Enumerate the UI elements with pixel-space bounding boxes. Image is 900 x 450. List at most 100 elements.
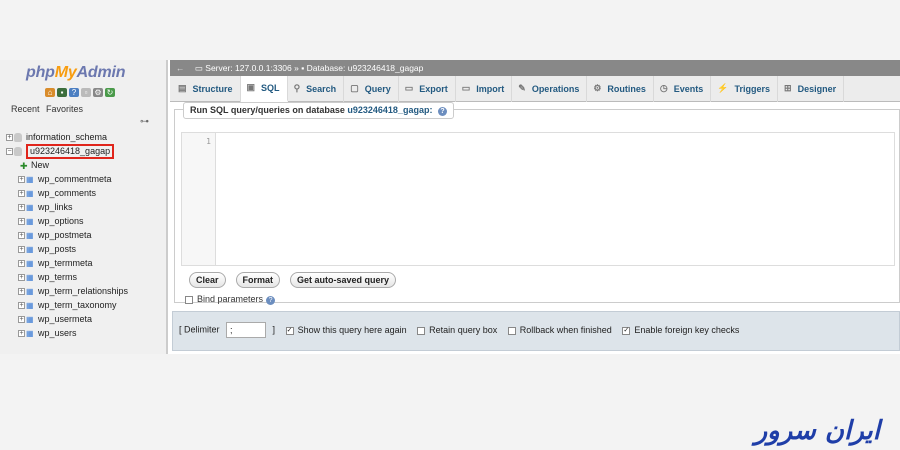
retain-box-checkbox[interactable] xyxy=(417,326,426,335)
table-name[interactable]: wp_term_taxonomy xyxy=(38,300,117,310)
tab-label: Designer xyxy=(797,83,837,94)
show-query-checkbox[interactable]: ✓ xyxy=(285,326,294,335)
table-name[interactable]: wp_term_relationships xyxy=(38,286,128,296)
tab-label: Import xyxy=(476,83,505,94)
tree-table-item[interactable]: + ▦ wp_posts xyxy=(6,242,164,256)
expand-icon[interactable]: + xyxy=(18,330,25,338)
foreign-key-checks-checkbox[interactable]: ✓ xyxy=(622,326,631,335)
table-name[interactable]: wp_commentmeta xyxy=(38,174,112,184)
home-icon[interactable]: ⌂ xyxy=(45,88,55,97)
breadcrumb-server[interactable]: Server: 127.0.0.1:3306 xyxy=(205,63,291,73)
breadcrumb-database[interactable]: Database: u923246418_gagap xyxy=(307,63,424,73)
clear-button[interactable]: Clear xyxy=(189,272,226,288)
expand-icon[interactable]: + xyxy=(18,288,25,296)
tab-sql[interactable]: ▣ SQL xyxy=(240,75,288,102)
tree-table-item[interactable]: + ▦ wp_options xyxy=(6,214,164,228)
phpmyadmin-logo[interactable]: phpMyAdmin xyxy=(26,64,126,82)
table-name[interactable]: wp_users xyxy=(38,328,77,338)
server-icon: ▭ xyxy=(194,63,203,73)
table-icon: ▦ xyxy=(26,286,34,296)
tab-import[interactable]: ▭ Import xyxy=(456,75,513,102)
expand-icon[interactable]: + xyxy=(18,218,25,226)
expand-icon[interactable]: + xyxy=(18,246,25,254)
tree-table-item[interactable]: + ▦ wp_usermeta xyxy=(6,312,164,326)
tree-table-item[interactable]: + ▦ wp_term_relationships xyxy=(6,284,164,298)
tab-label: Query xyxy=(364,83,391,94)
expand-icon[interactable]: + xyxy=(18,190,25,198)
rollback-label: Rollback when finished xyxy=(519,325,612,335)
db-name[interactable]: information_schema xyxy=(26,132,107,142)
collapse-icon[interactable]: − xyxy=(6,148,13,156)
tree-db-u923246418-gagap[interactable]: − u923246418_gagap xyxy=(6,144,164,159)
table-name[interactable]: wp_options xyxy=(38,216,84,226)
table-icon: ▦ xyxy=(26,244,34,254)
panel-legend: Run SQL query/queries on database u92324… xyxy=(183,102,454,119)
recent-tab[interactable]: Recent xyxy=(11,104,40,114)
export-icon: ▭ xyxy=(404,83,414,93)
tree-db-information-schema[interactable]: + information_schema xyxy=(6,130,164,144)
expand-icon[interactable]: + xyxy=(18,176,25,184)
table-name[interactable]: wp_posts xyxy=(38,244,76,254)
table-icon: ▦ xyxy=(26,174,34,184)
table-name[interactable]: wp_terms xyxy=(38,272,77,282)
bind-parameters: Bind parameters? xyxy=(185,294,276,305)
rollback-checkbox[interactable] xyxy=(507,326,516,335)
tab-query[interactable]: ▢ Query xyxy=(344,75,399,102)
tree-table-item[interactable]: + ▦ wp_terms xyxy=(6,270,164,284)
table-name[interactable]: wp_links xyxy=(38,202,73,212)
delimiter-bracket: ] xyxy=(272,324,276,335)
tab-events[interactable]: ◷ Events xyxy=(654,75,712,102)
collapse-arrow-icon[interactable]: ← xyxy=(176,63,185,73)
docs-icon[interactable]: ▫ xyxy=(81,88,91,97)
help-icon[interactable]: ? xyxy=(266,296,276,305)
expand-icon[interactable]: + xyxy=(18,302,25,310)
expand-icon[interactable]: + xyxy=(18,274,25,282)
settings-icon[interactable]: ⚙ xyxy=(93,88,103,97)
tree-table-item[interactable]: + ▦ wp_comments xyxy=(6,186,164,200)
tab-designer[interactable]: ⊞ Designer xyxy=(778,75,845,102)
tab-label: Export xyxy=(419,83,448,94)
tree-new-table[interactable]: ✚ New xyxy=(6,158,164,172)
tab-search[interactable]: ⚲ Search xyxy=(288,75,345,102)
new-label[interactable]: New xyxy=(31,160,49,170)
bind-parameters-label: Bind parameters xyxy=(197,294,264,304)
designer-icon: ⊞ xyxy=(784,83,792,93)
table-icon: ▦ xyxy=(26,258,34,268)
bind-parameters-checkbox[interactable] xyxy=(185,295,193,304)
favorites-tab[interactable]: Favorites xyxy=(46,104,83,114)
link-icon[interactable]: ⊶ xyxy=(140,116,149,127)
delimiter-label: [ Delimiter xyxy=(179,324,220,335)
legend-text: Run SQL query/queries on database xyxy=(190,105,345,115)
format-button[interactable]: Format xyxy=(235,272,281,288)
expand-icon[interactable]: + xyxy=(6,134,13,142)
tree-table-item[interactable]: + ▦ wp_postmeta xyxy=(6,228,164,242)
expand-icon[interactable]: + xyxy=(18,260,25,268)
table-name[interactable]: wp_postmeta xyxy=(38,230,92,240)
help-icon[interactable]: ? xyxy=(437,107,447,116)
tree-table-item[interactable]: + ▦ wp_termmeta xyxy=(6,256,164,270)
table-name[interactable]: wp_usermeta xyxy=(38,314,92,324)
reload-icon[interactable]: ↻ xyxy=(105,88,115,97)
tab-structure[interactable]: ▤ Structure xyxy=(172,75,241,102)
table-name[interactable]: wp_termmeta xyxy=(38,258,93,268)
expand-icon[interactable]: + xyxy=(18,316,25,324)
expand-icon[interactable]: + xyxy=(18,204,25,212)
tab-routines[interactable]: ⚙ Routines xyxy=(587,75,654,102)
logout-icon[interactable]: ▪ xyxy=(57,88,67,97)
tree-table-item[interactable]: + ▦ wp_users xyxy=(6,326,164,340)
db-name-highlighted[interactable]: u923246418_gagap xyxy=(26,144,115,159)
get-autosaved-query-button[interactable]: Get auto-saved query xyxy=(290,272,397,288)
tree-table-item[interactable]: + ▦ wp_term_taxonomy xyxy=(6,298,164,312)
table-name[interactable]: wp_comments xyxy=(38,188,96,198)
tab-operations[interactable]: ✎ Operations xyxy=(512,75,588,102)
sql-editor[interactable]: 1 xyxy=(181,132,895,266)
table-icon: ▦ xyxy=(26,272,34,282)
delimiter-input[interactable]: ; xyxy=(226,322,267,338)
tab-triggers[interactable]: ⚡ Triggers xyxy=(711,75,779,102)
tree-table-item[interactable]: + ▦ wp_links xyxy=(6,200,164,214)
tree-table-item[interactable]: + ▦ wp_commentmeta xyxy=(6,172,164,186)
table-icon: ▦ xyxy=(26,300,34,310)
expand-icon[interactable]: + xyxy=(18,232,25,240)
help-icon[interactable]: ? xyxy=(69,88,79,97)
tab-export[interactable]: ▭ Export xyxy=(399,75,456,102)
